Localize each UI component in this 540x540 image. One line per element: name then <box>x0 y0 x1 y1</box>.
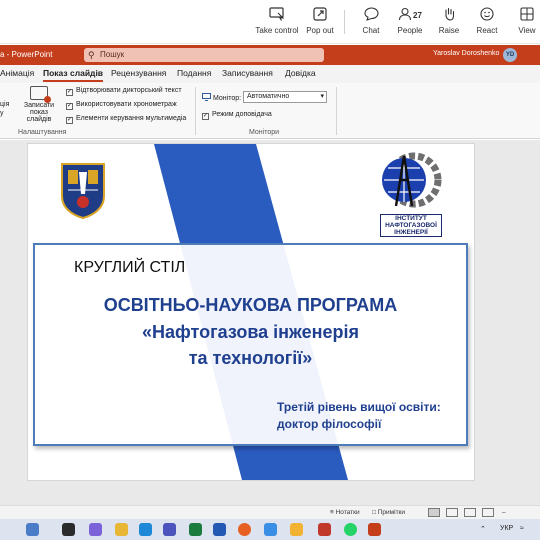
checkbox-label: Елементи керування мультимедіа <box>76 115 187 122</box>
monitor-label: Монітор: <box>202 93 241 102</box>
record-label-1: Записати показ <box>23 102 55 116</box>
slide-sorter-button[interactable] <box>446 508 458 517</box>
monitor-select-value: Автоматично <box>247 93 290 100</box>
word-icon[interactable] <box>213 523 226 536</box>
ribbon-separator <box>195 87 196 135</box>
grid-view-icon <box>502 6 540 26</box>
comments-button[interactable]: □ Примітки <box>372 509 405 516</box>
slide-canvas: ІНСТИТУТ НАФТОГАЗОВОЇ ІНЖЕНЕРІЇ КРУГЛИЙ … <box>0 140 540 505</box>
checkbox-timings[interactable]: ✓ Використовувати хронометраж <box>66 101 177 110</box>
checkbox-label: Відтворювати дикторський текст <box>76 87 182 94</box>
tab-slide-show[interactable]: Показ слайдів <box>43 68 104 82</box>
tab-animation[interactable]: Анімація <box>0 68 34 78</box>
normal-view-button[interactable] <box>428 508 440 517</box>
record-icon <box>30 86 51 103</box>
notes-button[interactable]: ≡ Нотатки <box>330 509 360 516</box>
ribbon-fragment-2[interactable]: у <box>0 110 4 117</box>
checkbox-icon: ✓ <box>202 113 209 120</box>
checkbox-icon: ✓ <box>66 89 73 96</box>
meeting-toolbar: Take control Pop out Chat 27 People Rais <box>0 0 540 44</box>
comments-label: Примітки <box>377 509 406 516</box>
notes-icon: ≡ <box>330 509 334 516</box>
screen: Take control Pop out Chat 27 People Rais <box>0 0 540 540</box>
tab-view[interactable]: Подання <box>177 68 211 78</box>
education-level: Третій рівень вищої освіти: доктор філос… <box>277 399 441 433</box>
tab-review[interactable]: Рецензування <box>111 68 166 78</box>
round-table-text: КРУГЛИЙ СТІЛ <box>74 259 186 276</box>
monitor-select[interactable]: Автоматично ▾ <box>243 91 327 103</box>
avatar[interactable]: YD <box>503 48 517 62</box>
institute-logo-caption: ІНСТИТУТ НАФТОГАЗОВОЇ ІНЖЕНЕРІЇ <box>380 214 442 237</box>
search-icon: ⚲ <box>88 50 95 60</box>
search-placeholder: Пошук <box>100 50 125 59</box>
copilot-icon[interactable] <box>89 523 102 536</box>
search-input[interactable]: ⚲ Пошук <box>84 48 324 62</box>
access-icon[interactable] <box>318 523 331 536</box>
firefox-icon[interactable] <box>238 523 251 536</box>
settings-group-label: Налаштування <box>18 129 67 136</box>
comment-icon: □ <box>372 509 376 516</box>
program-name-line-1: «Нафтогазова інженерія <box>142 322 359 342</box>
checkbox-label: Використовувати хронометраж <box>76 101 177 108</box>
view-label: View <box>518 26 536 35</box>
university-logo <box>58 160 108 220</box>
program-name-line-2: та технології» <box>188 348 313 368</box>
level-line-1: Третій рівень вищої освіти: <box>277 400 441 414</box>
pop-out-icon <box>295 6 345 26</box>
monitor-icon <box>202 93 211 101</box>
app-icon[interactable] <box>264 523 277 536</box>
view-button[interactable]: View <box>502 6 540 42</box>
program-title: ОСВІТНЬО-НАУКОВА ПРОГРАМА <box>103 295 398 315</box>
status-bar: ≡ Нотатки □ Примітки – <box>0 505 540 519</box>
window-title: а - PowerPoint <box>0 50 53 59</box>
chrome-icon[interactable] <box>290 523 303 536</box>
toolbar-divider <box>344 10 345 34</box>
record-slide-show-button[interactable]: Записати показ слайдів <box>22 86 56 123</box>
powerpoint-icon[interactable] <box>368 523 381 536</box>
wifi-icon[interactable]: ≈ <box>520 525 524 532</box>
tab-help[interactable]: Довідка <box>285 68 316 78</box>
pop-out-button[interactable]: Pop out <box>295 6 345 42</box>
institute-caption-line-2: НАФТОГАЗОВОЇ <box>385 222 437 229</box>
ribbon-tabs: Анімація Показ слайдів Рецензування Пода… <box>0 65 540 83</box>
whatsapp-icon[interactable] <box>344 523 357 536</box>
institute-logo: ІНСТИТУТ НАФТОГАЗОВОЇ ІНЖЕНЕРІЇ <box>374 150 446 238</box>
reading-view-button[interactable] <box>464 508 476 517</box>
monitors-group-label: Монітори <box>249 129 280 136</box>
powerpoint-title-bar: а - PowerPoint ⚲ Пошук Yaroslav Doroshen… <box>0 45 540 65</box>
presenter-view-label: Режим доповідача <box>212 111 272 118</box>
excel-icon[interactable] <box>189 523 202 536</box>
institute-caption-line-1: ІНСТИТУТ <box>395 215 427 222</box>
slide-text-box[interactable]: КРУГЛИЙ СТІЛ ОСВІТНЬО-НАУКОВА ПРОГРАМА «… <box>33 243 468 446</box>
pop-out-label: Pop out <box>306 26 334 35</box>
language-indicator[interactable]: УКР <box>500 525 513 532</box>
tray-arrow-icon[interactable]: ⌃ <box>480 525 486 533</box>
level-line-2: доктор філософії <box>277 417 382 431</box>
checkbox-media-controls[interactable]: ✓ Елементи керування мультимедіа <box>66 115 186 124</box>
ribbon-fragment-1[interactable]: ція <box>0 101 9 108</box>
weather-icon[interactable] <box>26 523 39 536</box>
slide-show-button[interactable] <box>482 508 494 517</box>
chevron-down-icon: ▾ <box>320 93 324 100</box>
checkbox-narration[interactable]: ✓ Відтворювати дикторський текст <box>66 87 182 96</box>
tab-recording[interactable]: Записування <box>222 68 273 78</box>
notes-label: Нотатки <box>335 509 360 516</box>
zoom-minus-icon[interactable]: – <box>502 509 506 516</box>
record-label-2: слайдів <box>26 116 52 123</box>
ribbon-separator <box>336 87 337 135</box>
checkbox-icon: ✓ <box>66 117 73 124</box>
teams-icon[interactable] <box>163 523 176 536</box>
checkbox-icon: ✓ <box>66 103 73 110</box>
current-slide[interactable]: ІНСТИТУТ НАФТОГАЗОВОЇ ІНЖЕНЕРІЇ КРУГЛИЙ … <box>28 144 474 480</box>
checkbox-presenter-view[interactable]: ✓ Режим доповідача <box>202 111 272 120</box>
edge-icon[interactable] <box>139 523 152 536</box>
search-taskbar-icon[interactable] <box>62 523 75 536</box>
windows-taskbar: ⌃ УКР ≈ <box>0 519 540 540</box>
people-count: 27 <box>413 11 422 20</box>
institute-caption-line-3: ІНЖЕНЕРІЇ <box>394 229 428 236</box>
file-explorer-icon[interactable] <box>115 523 128 536</box>
user-name[interactable]: Yaroslav Doroshenko <box>433 50 499 57</box>
monitor-label-text: Монітор: <box>213 95 242 102</box>
ribbon: ція у Записати показ слайдів ✓ Відтворюва… <box>0 83 540 139</box>
